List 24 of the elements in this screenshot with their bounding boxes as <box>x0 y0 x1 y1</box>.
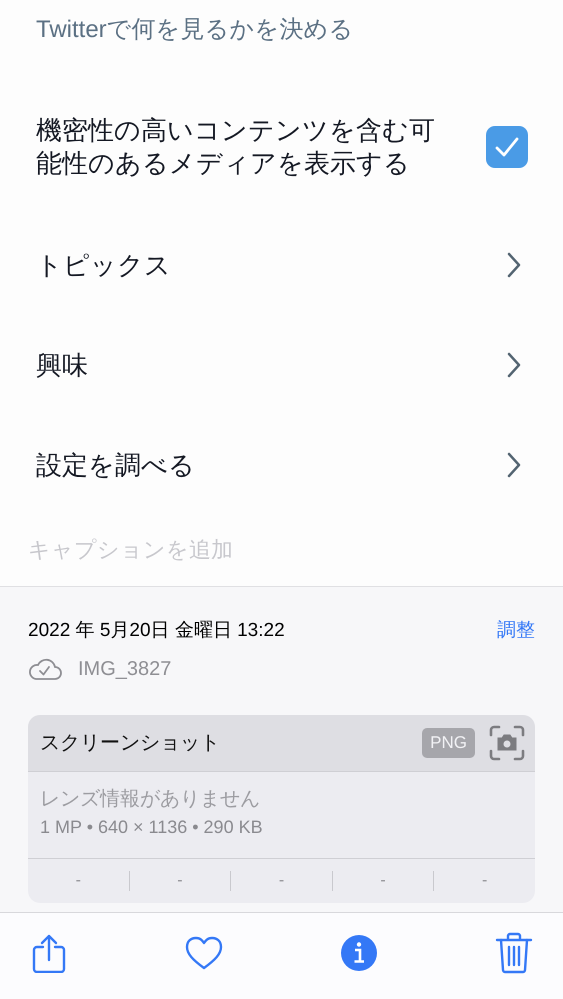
settings-row[interactable]: トピックス <box>36 217 527 317</box>
chevron-right-icon <box>507 452 521 478</box>
filename-text: IMG_3827 <box>78 657 172 682</box>
card-title: スクリーンショット <box>40 731 220 756</box>
chevron-right-icon <box>507 352 521 378</box>
exif-value: - <box>482 871 488 891</box>
date-text: 2022 年 5月20日 金曜日 13:22 <box>28 619 285 643</box>
adjust-link[interactable]: 調整 <box>497 617 535 645</box>
exif-value: - <box>278 871 284 891</box>
exif-value: - <box>177 871 183 891</box>
image-specs-text: 1 MP • 640 × 1136 • 290 KB <box>40 816 264 839</box>
settings-row[interactable]: 興味 <box>36 317 527 417</box>
checkbox[interactable] <box>486 126 528 168</box>
exif-value: - <box>380 871 386 891</box>
screenshot-camera-icon <box>489 725 525 761</box>
checkmark-icon <box>494 136 520 158</box>
settings-row[interactable]: 設定を調べる <box>36 417 527 483</box>
description-text: Twitterで何を見るかを決める <box>36 16 354 43</box>
exif-value: - <box>76 871 81 891</box>
sensitive-media-label: 機密性の高いコンテンツを含む可能性のあるメディアを表示する <box>36 114 436 180</box>
cloud-check-icon <box>28 658 62 680</box>
chevron-right-icon <box>507 252 521 278</box>
lens-info-text: レンズ情報がありません <box>40 787 261 812</box>
format-badge: PNG <box>422 728 475 758</box>
